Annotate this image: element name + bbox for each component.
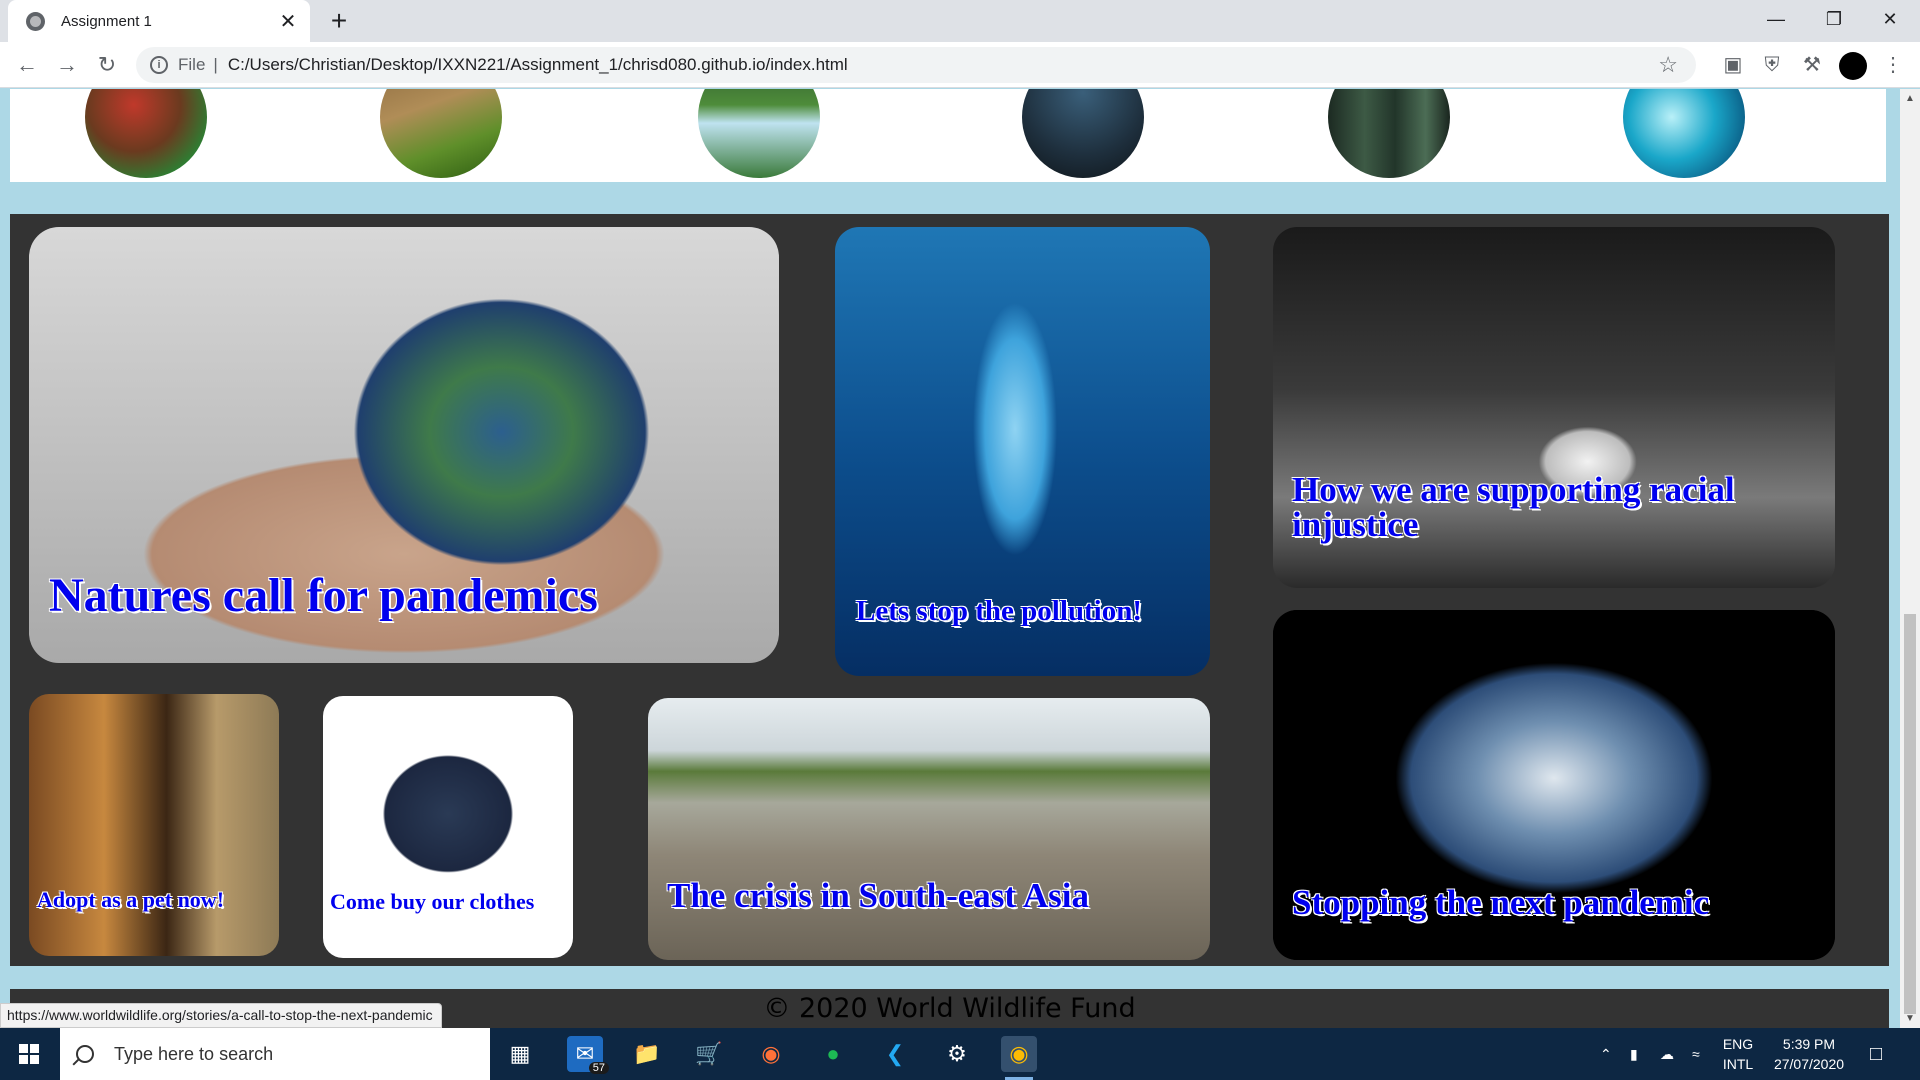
new-tab-button[interactable]: +: [324, 6, 354, 36]
wifi-icon[interactable]: ≈: [1692, 1028, 1700, 1080]
waterfall-circle-image[interactable]: [698, 89, 820, 178]
language-code: ENG: [1722, 1036, 1754, 1052]
forest-circle-image[interactable]: [1328, 89, 1450, 178]
info-icon[interactable]: i: [150, 56, 168, 74]
card-adopt-label: Adopt as a pet now!: [37, 887, 225, 912]
globe-icon: [26, 11, 45, 31]
card-racial[interactable]: How we are supporting racial injustice: [1273, 227, 1835, 588]
windows-logo-icon: [19, 1044, 39, 1064]
taskbar-search-placeholder: Type here to search: [114, 1043, 274, 1064]
browser-tab-strip: Assignment 1 ✕ + — ❐ ✕: [0, 0, 1920, 42]
card-crisis-label: The crisis in South-east Asia: [667, 876, 1089, 915]
url-separator: |: [213, 55, 218, 74]
url-scheme-label: File: [178, 55, 206, 74]
card-pandemic[interactable]: Stopping the next pandemic: [1273, 610, 1835, 960]
address-bar[interactable]: i File | C:/Users/Christian/Desktop/IXXN…: [136, 47, 1696, 83]
scroll-up-arrow-icon[interactable]: ▲: [1905, 93, 1915, 104]
animal-tshirt-image: [323, 696, 573, 958]
page-scrollbar[interactable]: ▲ ▼: [1900, 89, 1920, 1028]
card-clothes[interactable]: Come buy our clothes: [323, 696, 573, 958]
browser-toolbar: ← → ↻ i File | C:/Users/Christian/Deskto…: [0, 42, 1920, 88]
settings-gear-icon[interactable]: ⚙: [939, 1036, 975, 1072]
task-view-icon[interactable]: ▦: [502, 1036, 538, 1072]
link-status-bubble: https://www.worldwildlife.org/stories/a-…: [0, 1003, 442, 1028]
vscode-icon[interactable]: ❮: [877, 1036, 913, 1072]
bookmark-star-icon[interactable]: ☆: [1658, 52, 1678, 78]
windows-start-button[interactable]: [0, 1028, 58, 1080]
profile-avatar[interactable]: [1839, 52, 1867, 80]
card-racial-label: How we are supporting racial injustice: [1292, 470, 1735, 544]
category-circle-strip: [10, 89, 1886, 182]
mail-badge: 57: [588, 1062, 609, 1074]
card-pandemic-label: Stopping the next pandemic: [1292, 883, 1710, 922]
browser-tab[interactable]: Assignment 1 ✕: [8, 0, 310, 42]
food-circle-image[interactable]: [85, 89, 207, 178]
puzzle-extensions-icon[interactable]: ⚒: [1799, 52, 1825, 78]
restore-icon[interactable]: ❐: [1806, 0, 1862, 40]
mail-icon[interactable]: ✉ 57: [567, 1036, 609, 1074]
wildlife-circle-image[interactable]: [1022, 89, 1144, 178]
card-crisis[interactable]: The crisis in South-east Asia: [648, 698, 1210, 960]
system-clock[interactable]: 5:39 PM 27/07/2020: [1764, 1034, 1854, 1074]
keyboard-layout: INTL: [1722, 1056, 1754, 1072]
drought-circle-image[interactable]: [380, 89, 502, 178]
reload-icon[interactable]: ↻: [92, 50, 122, 80]
pocket-extension-icon[interactable]: ▣: [1720, 52, 1746, 78]
firefox-icon[interactable]: ◉: [753, 1036, 789, 1072]
card-pollution-label: Lets stop the pollution!: [856, 595, 1143, 627]
card-pollution[interactable]: Lets stop the pollution!: [835, 227, 1210, 676]
close-tab-icon[interactable]: ✕: [278, 9, 298, 34]
windows-taskbar: Type here to search ▦ ✉ 57 📁 🛒 ◉ ● ❮ ⚙ ◉ …: [0, 1028, 1920, 1080]
clock-time: 5:39 PM: [1782, 1036, 1836, 1052]
minimize-icon[interactable]: —: [1748, 0, 1804, 40]
store-icon[interactable]: 🛒: [691, 1036, 727, 1072]
battery-icon[interactable]: ▮: [1630, 1028, 1638, 1080]
spotify-icon[interactable]: ●: [815, 1036, 851, 1072]
polluted-beach-image: [648, 698, 1210, 960]
tiger-drinking-image: [29, 694, 279, 956]
close-window-icon[interactable]: ✕: [1862, 0, 1918, 40]
forward-arrow-icon[interactable]: →: [52, 50, 82, 80]
taskbar-search-box[interactable]: Type here to search: [60, 1028, 490, 1080]
notifications-icon[interactable]: □: [1870, 1028, 1882, 1080]
card-clothes-label: Come buy our clothes: [330, 889, 535, 914]
tab-title: Assignment 1: [61, 12, 152, 30]
card-adopt[interactable]: Adopt as a pet now!: [29, 694, 279, 956]
scrollbar-thumb[interactable]: [1904, 614, 1916, 1014]
tray-chevron-icon[interactable]: ⌃: [1600, 1028, 1612, 1080]
input-language-indicator[interactable]: ENG INTL: [1718, 1034, 1758, 1074]
search-icon: [76, 1045, 94, 1063]
onedrive-cloud-icon[interactable]: ☁: [1660, 1028, 1674, 1080]
back-arrow-icon[interactable]: ←: [12, 50, 42, 80]
scroll-down-arrow-icon[interactable]: ▼: [1905, 1013, 1915, 1024]
stories-grid: Natures call for pandemics Lets stop the…: [10, 214, 1889, 966]
card-natures-call-label: Natures call for pandemics: [49, 569, 598, 622]
url-text[interactable]: C:/Users/Christian/Desktop/IXXN221/Assig…: [228, 55, 848, 75]
ocean-circle-image[interactable]: [1623, 89, 1745, 178]
shield-extension-icon[interactable]: ⛨: [1759, 52, 1785, 78]
chrome-icon[interactable]: ◉: [1001, 1036, 1037, 1080]
page-viewport: Natures call for pandemics Lets stop the…: [0, 89, 1900, 1028]
clock-date: 27/07/2020: [1773, 1056, 1845, 1072]
file-explorer-icon[interactable]: 📁: [629, 1036, 665, 1072]
menu-kebab-icon[interactable]: ⋮: [1880, 52, 1906, 78]
card-natures-call[interactable]: Natures call for pandemics: [29, 227, 779, 663]
